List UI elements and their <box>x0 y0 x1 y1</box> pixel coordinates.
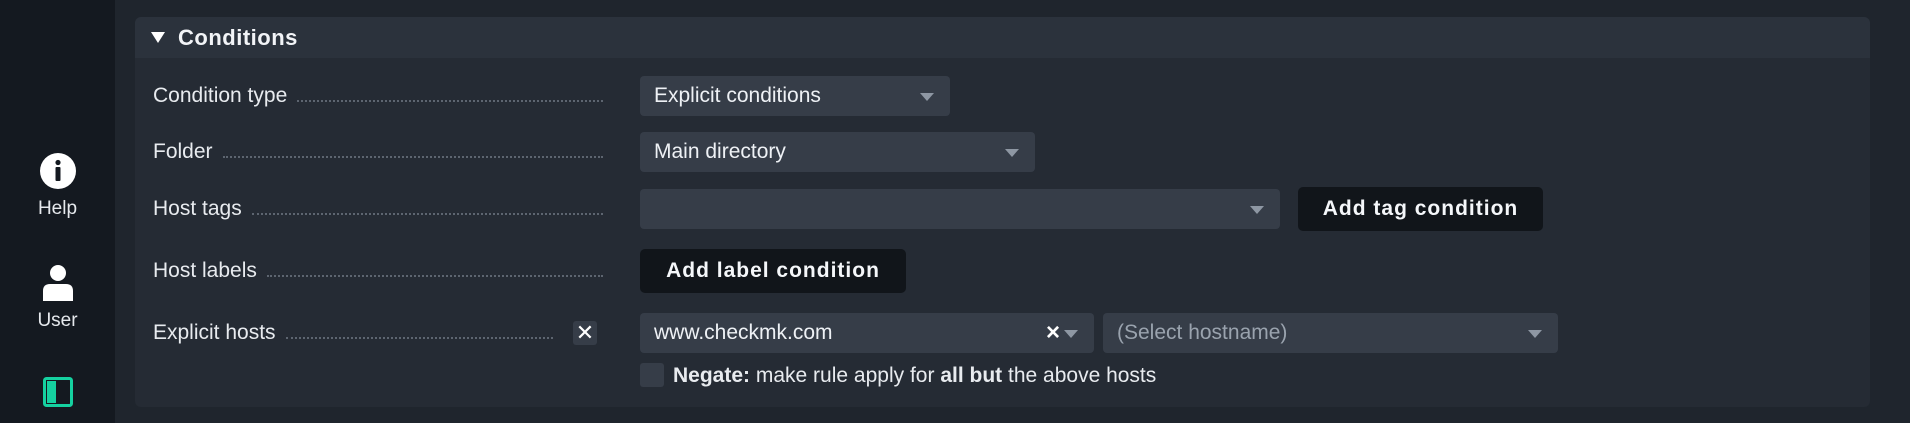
main-content: Conditions Condition type Explicit condi… <box>115 0 1910 423</box>
folder-select[interactable]: Main directory <box>640 132 1035 172</box>
collapse-triangle-icon[interactable] <box>151 32 165 43</box>
host-labels-row: Host labels Add label condition <box>153 249 1870 293</box>
explicit-host-select[interactable]: www.checkmk.com × <box>640 313 1094 353</box>
explicit-host-value: www.checkmk.com <box>654 321 833 344</box>
condition-type-value: Explicit conditions <box>654 84 821 107</box>
condition-type-row: Condition type Explicit conditions <box>153 76 1870 116</box>
chevron-down-icon <box>1005 149 1019 157</box>
close-icon[interactable]: ✕ <box>573 321 597 345</box>
negate-label: Negate: make rule apply for all but the … <box>673 364 1157 387</box>
help-label: Help <box>37 198 78 219</box>
conditions-header[interactable]: Conditions <box>135 17 1870 58</box>
chevron-down-icon <box>920 93 934 101</box>
sidebar-toggle[interactable] <box>0 377 115 407</box>
sidebar: Help User <box>0 0 115 423</box>
chevron-down-icon <box>1064 330 1078 338</box>
clear-selection-icon[interactable]: × <box>1046 319 1060 347</box>
conditions-title: Conditions <box>178 24 298 50</box>
hostname-select[interactable]: (Select hostname) <box>1103 313 1558 353</box>
chevron-down-icon <box>1250 206 1264 214</box>
folder-value: Main directory <box>654 140 786 163</box>
host-tags-label: Host tags <box>153 189 603 229</box>
user-label: User <box>37 310 78 331</box>
chevron-down-icon <box>1528 330 1542 338</box>
info-icon <box>39 153 76 189</box>
help-nav-item[interactable]: Help <box>0 152 115 220</box>
folder-label: Folder <box>153 132 603 172</box>
host-labels-label: Host labels <box>153 251 603 291</box>
add-tag-condition-button[interactable]: Add tag condition <box>1298 187 1543 231</box>
condition-type-label: Condition type <box>153 76 603 116</box>
conditions-panel: Conditions Condition type Explicit condi… <box>135 17 1870 407</box>
sidebar-toggle-icon <box>42 377 73 407</box>
folder-row: Folder Main directory <box>153 132 1870 172</box>
user-nav-item[interactable]: User <box>0 264 115 332</box>
add-label-condition-button[interactable]: Add label condition <box>640 249 906 293</box>
user-icon <box>42 265 73 301</box>
negate-checkbox[interactable] <box>640 363 664 387</box>
host-tags-select[interactable] <box>640 189 1280 229</box>
explicit-hosts-label: Explicit hosts <box>153 313 553 353</box>
condition-type-select[interactable]: Explicit conditions <box>640 76 950 116</box>
explicit-hosts-row: Explicit hosts ✕ www.checkmk.com × (Sele… <box>153 313 1870 353</box>
host-tags-row: Host tags Add tag condition <box>153 187 1870 231</box>
hostname-placeholder: (Select hostname) <box>1117 321 1288 344</box>
